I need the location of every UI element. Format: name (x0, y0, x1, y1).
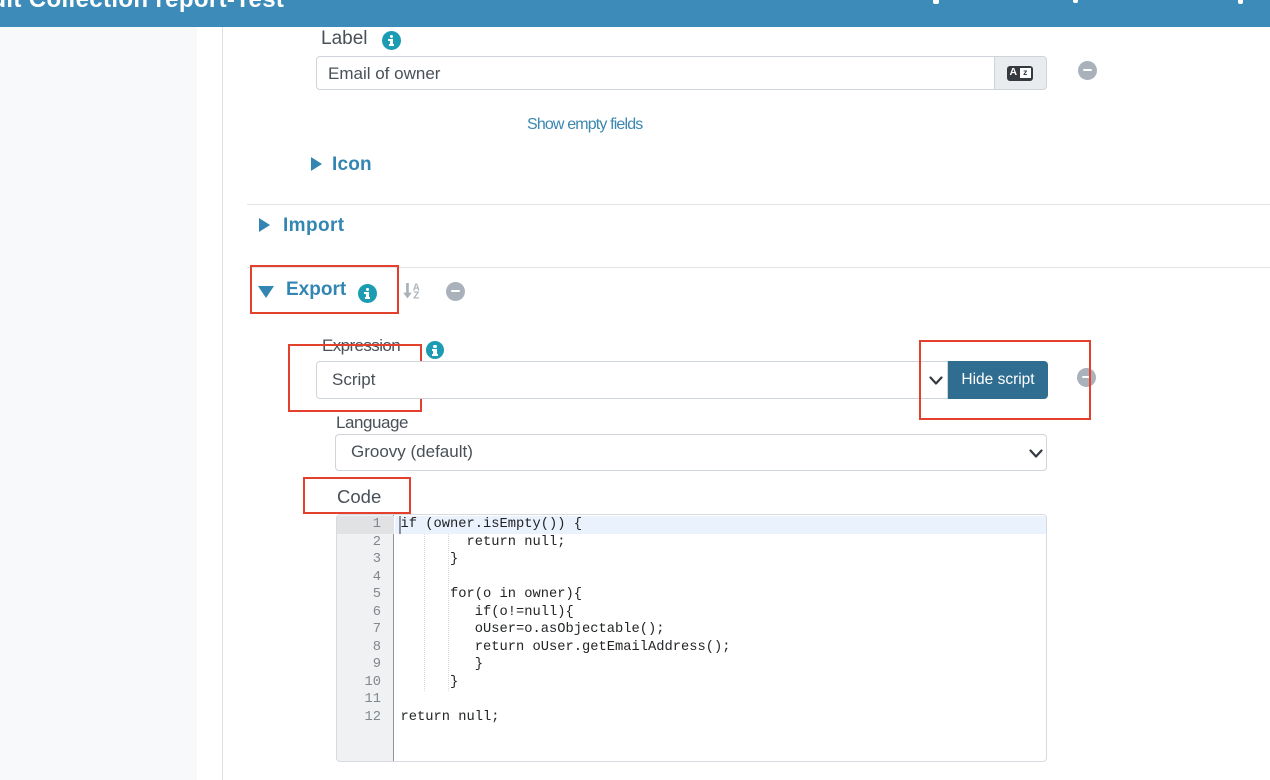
svg-text:Z: Z (413, 291, 419, 299)
